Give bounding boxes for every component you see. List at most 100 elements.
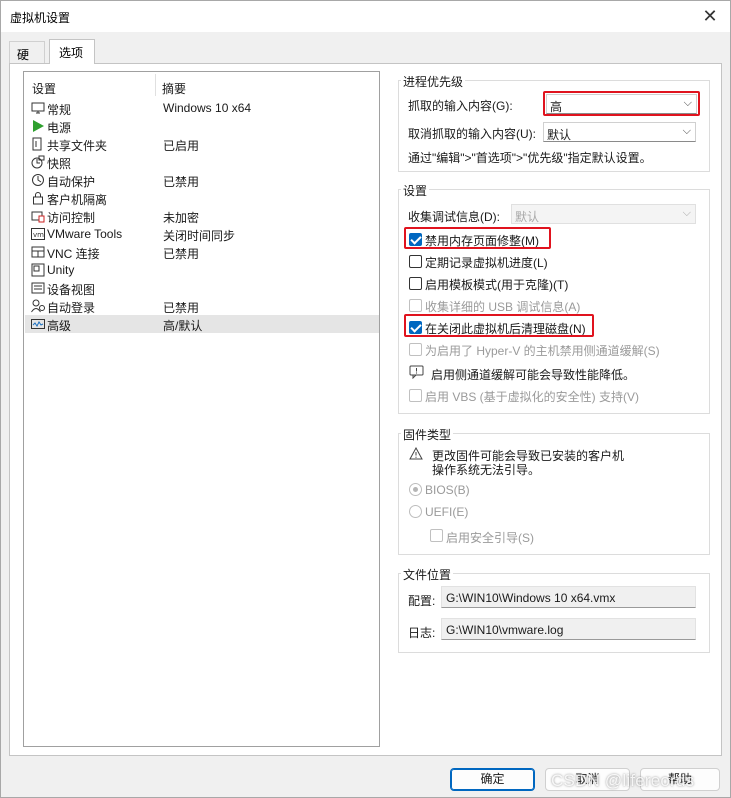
log-path-value: G:\WIN10\vmware.log [446, 623, 564, 637]
template-mode-checkbox[interactable] [409, 277, 422, 290]
config-label: 配置: [408, 594, 436, 608]
list-item-autoprotect[interactable]: 自动保护 已禁用 [25, 171, 379, 189]
log-progress-label[interactable]: 定期记录虚拟机进度(L) [425, 254, 548, 271]
bios-label[interactable]: BIOS(B) [425, 483, 470, 497]
appliance-view-icon [31, 282, 45, 294]
list-item-summary: 关闭时间同步 [163, 229, 236, 243]
list-item-name: 快照 [47, 157, 72, 171]
list-item-access-control[interactable]: 访问控制 未加密 [25, 207, 379, 225]
chevron-down-icon: ⌵ [682, 125, 691, 137]
chevron-down-icon: ⌵ [682, 207, 691, 219]
list-item-name: 高级 [47, 319, 72, 333]
highlight-box [543, 91, 700, 116]
vbs-checkbox[interactable] [409, 389, 422, 402]
ungrabbed-input-select[interactable]: 默认 ⌵ [543, 122, 696, 142]
template-mode-label[interactable]: 启用模板模式(用于克隆)(T) [425, 276, 568, 293]
list-item-name: 自动登录 [47, 301, 96, 315]
list-item-appliance-view[interactable]: 设备视图 [25, 279, 379, 297]
list-item-summary: 已启用 [163, 139, 200, 153]
vnc-icon [31, 246, 45, 258]
secure-boot-checkbox[interactable] [430, 529, 443, 542]
list-item-name: 常规 [47, 103, 72, 117]
firmware-warning-line2: 操作系统无法引导。 [432, 463, 541, 477]
list-item-name: 客户机隔离 [47, 193, 108, 207]
uefi-radio[interactable] [409, 505, 422, 518]
debug-info-value: 默认 [515, 210, 540, 224]
snapshot-icon [31, 155, 45, 169]
list-item-name: 自动保护 [47, 175, 96, 189]
vbs-label[interactable]: 启用 VBS (基于虚拟化的安全性) 支持(V) [425, 388, 639, 405]
column-divider[interactable] [155, 74, 156, 96]
list-item-unity[interactable]: Unity [25, 261, 379, 279]
column-header-summary[interactable]: 摘要 [162, 80, 186, 97]
list-item-summary: 高/默认 [163, 319, 203, 333]
list-item-snapshots[interactable]: 快照 [25, 153, 379, 171]
shared-folder-icon [32, 137, 42, 151]
priority-hint: 通过"编辑">"首选项">"优先级"指定默认设置。 [408, 151, 652, 165]
log-path-field[interactable]: G:\WIN10\vmware.log [441, 618, 696, 640]
list-item-name: 电源 [47, 121, 72, 135]
log-label: 日志: [408, 626, 436, 640]
settings-title: 设置 [401, 182, 430, 199]
list-item-name: Unity [47, 263, 75, 277]
close-icon[interactable]: ✕ [699, 5, 721, 27]
list-item-summary: Windows 10 x64 [163, 101, 252, 115]
list-item-power[interactable]: 电源 [25, 117, 379, 135]
list-item-summary: 已禁用 [163, 247, 200, 261]
watermark: CSDN @lifereords [551, 771, 695, 790]
play-icon [33, 120, 44, 132]
usb-debug-label[interactable]: 收集详细的 USB 调试信息(A) [425, 298, 580, 315]
side-channel-info: 启用侧通道缓解可能会导致性能降低。 [431, 368, 636, 382]
autologin-icon [31, 299, 45, 313]
hyperv-mitigation-label[interactable]: 为启用了 Hyper-V 的主机禁用侧通道缓解(S) [425, 342, 660, 359]
vmware-tools-icon: vm [31, 228, 45, 240]
list-item-autologin[interactable]: 自动登录 已禁用 [25, 297, 379, 315]
list-item-name: 访问控制 [47, 211, 96, 225]
list-item-summary: 未加密 [163, 211, 200, 225]
list-item-summary: 已禁用 [163, 175, 200, 189]
options-list[interactable]: 设置 摘要 常规 Windows 10 x64 电源 共享文件夹 已启用 快照 … [23, 71, 380, 747]
list-item-name: 共享文件夹 [47, 139, 108, 153]
list-item-advanced[interactable]: 高级 高/默认 [25, 315, 379, 333]
bios-radio[interactable] [409, 483, 422, 496]
autoprotect-icon [32, 174, 44, 186]
advanced-icon [31, 319, 45, 329]
ok-button[interactable]: 确定 [450, 768, 535, 791]
vm-settings-window: 虚拟机设置 ✕ 硬件 选项 设置 摘要 常规 Windows 10 x64 电源… [0, 0, 731, 798]
info-icon [409, 365, 424, 379]
monitor-icon [31, 102, 45, 114]
usb-debug-checkbox[interactable] [409, 299, 422, 312]
list-item-isolation[interactable]: 客户机隔离 [25, 189, 379, 207]
column-header-setting[interactable]: 设置 [32, 80, 56, 97]
warning-icon [409, 447, 423, 460]
hyperv-mitigation-checkbox[interactable] [409, 343, 422, 356]
file-location-title: 文件位置 [401, 566, 454, 583]
highlight-box [404, 227, 551, 249]
log-progress-checkbox[interactable] [409, 255, 422, 268]
grabbed-input-label: 抓取的输入内容(G): [408, 99, 513, 113]
list-item-vmware-tools[interactable]: vm VMware Tools 关闭时间同步 [25, 225, 379, 243]
config-path-field[interactable]: G:\WIN10\Windows 10 x64.vmx [441, 586, 696, 608]
list-item-vnc[interactable]: VNC 连接 已禁用 [25, 243, 379, 261]
list-item-shared-folders[interactable]: 共享文件夹 已启用 [25, 135, 379, 153]
lock-icon [33, 192, 43, 205]
list-item-general[interactable]: 常规 Windows 10 x64 [25, 99, 379, 117]
access-control-icon [31, 211, 45, 223]
debug-info-label: 收集调试信息(D): [408, 210, 500, 224]
ungrabbed-input-value: 默认 [547, 128, 572, 142]
highlight-box [404, 314, 594, 337]
uefi-label[interactable]: UEFI(E) [425, 505, 468, 519]
secure-boot-label[interactable]: 启用安全引导(S) [446, 529, 534, 546]
process-priority-title: 进程优先级 [401, 73, 466, 90]
tab-options[interactable]: 选项 [49, 39, 95, 64]
window-title: 虚拟机设置 [10, 11, 71, 25]
list-item-name: VNC 连接 [47, 247, 100, 261]
tab-hardware[interactable]: 硬件 [9, 41, 45, 79]
title-bar[interactable]: 虚拟机设置 ✕ [1, 1, 730, 32]
list-item-summary: 已禁用 [163, 301, 200, 315]
ungrabbed-input-label: 取消抓取的输入内容(U): [408, 127, 536, 141]
config-path-value: G:\WIN10\Windows 10 x64.vmx [446, 591, 616, 605]
debug-info-select[interactable]: 默认 ⌵ [511, 204, 696, 224]
file-location-group [398, 573, 710, 653]
firmware-title: 固件类型 [401, 426, 454, 443]
